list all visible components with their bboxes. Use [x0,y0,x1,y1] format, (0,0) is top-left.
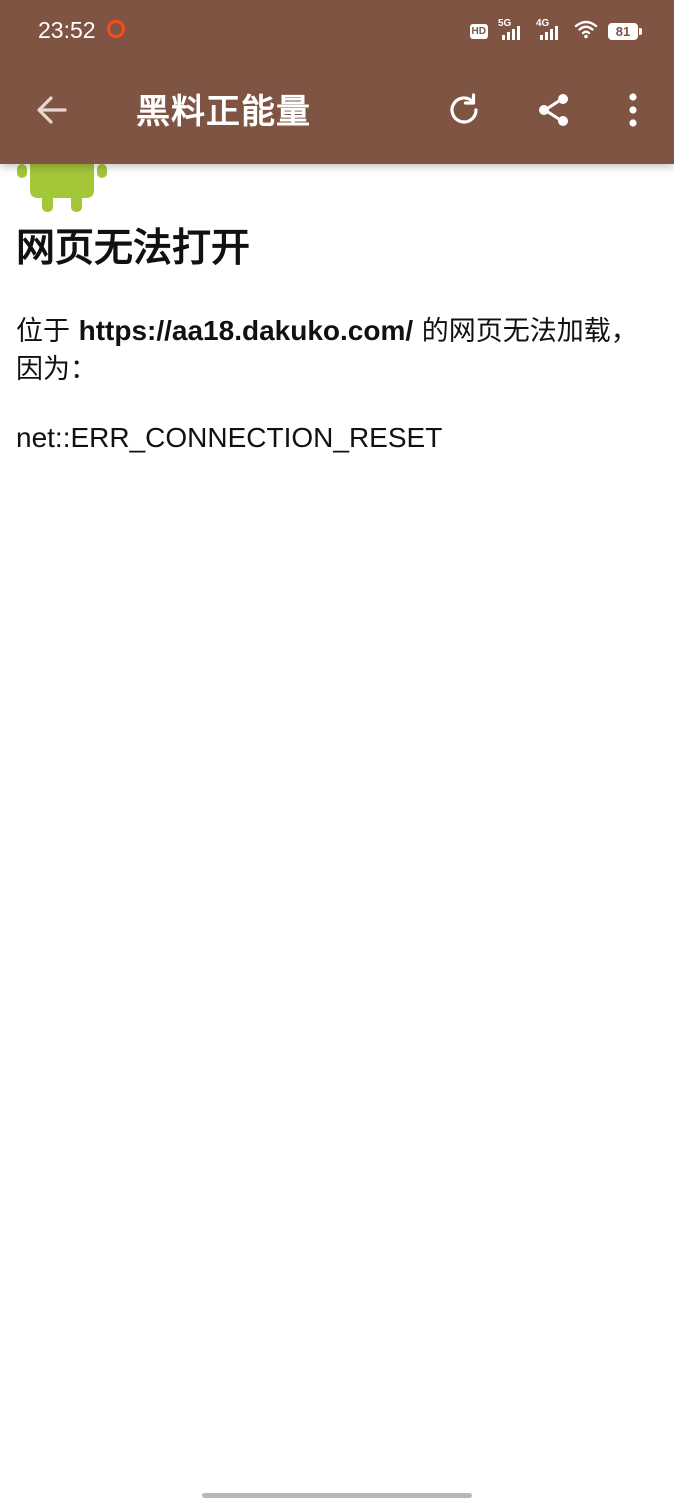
arrow-left-icon [35,93,69,131]
more-vertical-icon [627,92,639,132]
share-button[interactable] [524,82,584,142]
status-icons: HD 5G 4G 81 [469,18,642,44]
more-options-button[interactable] [603,82,663,142]
back-button[interactable] [22,82,82,142]
status-time: 23:52 [38,17,96,43]
toolbar-title: 黑料正能量 [136,92,311,132]
hd-voice-badge: HD [469,23,488,39]
signal-4g-icon: 4G [536,18,564,42]
error-page-content: 网页无法打开 位于 https://aa18.dakuko.com/ 的网页无法… [16,222,648,457]
app-bar: 23:52 HD 5G 4G 81 黑料正能量 [0,0,674,164]
error-desc-prefix: 位于 [16,316,79,347]
error-description: 位于 https://aa18.dakuko.com/ 的网页无法加载，因为： [16,312,648,389]
home-indicator[interactable] [202,1493,472,1498]
refresh-icon [446,92,482,132]
error-code: net::ERR_CONNECTION_RESET [16,422,443,453]
toolbar: 黑料正能量 [0,62,674,162]
error-url: https://aa18.dakuko.com/ [78,315,414,346]
share-icon [536,92,572,132]
status-bar: 23:52 HD 5G 4G 81 [0,0,674,60]
signal-5g-icon: 5G [498,18,526,42]
screen-record-icon [107,20,125,38]
error-title: 网页无法打开 [16,226,251,271]
reload-button[interactable] [434,82,494,142]
battery-icon: 81 [608,22,642,40]
wifi-icon [574,19,598,43]
